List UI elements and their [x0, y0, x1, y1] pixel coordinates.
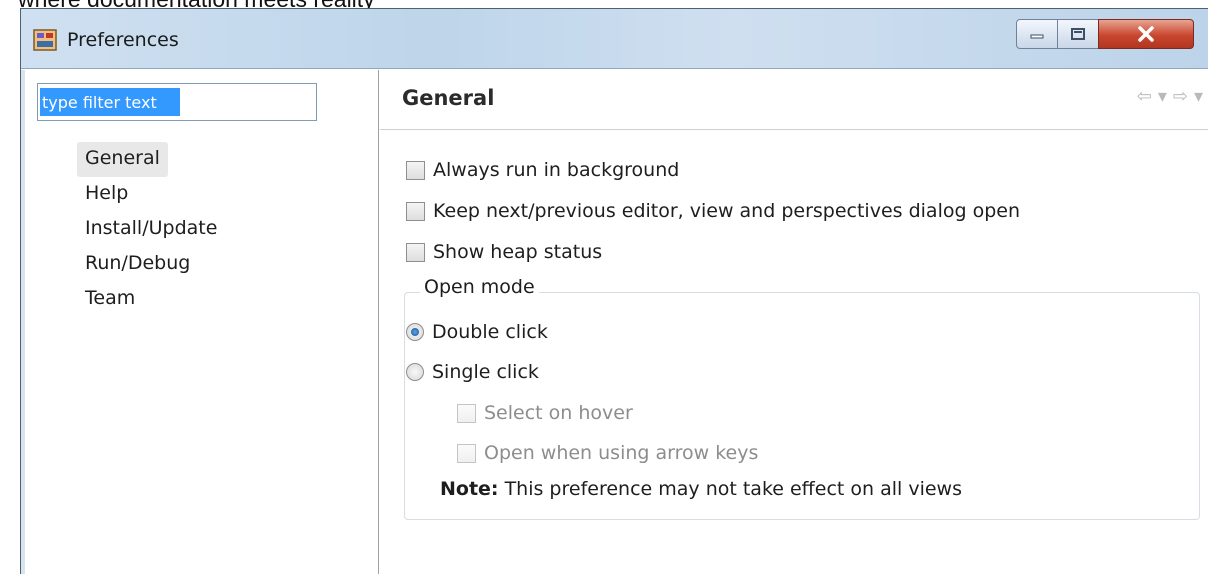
keep-dialog-open-label: Keep next/previous editor, view and pers…: [433, 200, 1020, 222]
double-click-radio[interactable]: [406, 323, 424, 341]
show-heap-status-label: Show heap status: [433, 241, 603, 263]
open-mode-note: Note: This preference may not take effec…: [440, 478, 962, 500]
open-arrow-keys-label: Open when using arrow keys: [484, 442, 759, 464]
keep-dialog-open-checkbox[interactable]: [406, 201, 425, 221]
open-arrow-keys-option[interactable]: Open when using arrow keys: [457, 439, 758, 467]
history-nav: ⇦ ▾ ⇨ ▾: [1137, 86, 1203, 107]
double-click-label: Double click: [432, 321, 548, 343]
left-edge-strip: [21, 70, 25, 574]
category-item-run-debug[interactable]: Run/Debug: [77, 247, 225, 282]
category-item-help[interactable]: Help: [77, 177, 225, 212]
select-on-hover-checkbox[interactable]: [457, 403, 476, 423]
show-heap-status-checkbox[interactable]: [406, 242, 425, 262]
category-tree-pane: General Help Install/Update Run/Debug Te…: [21, 70, 379, 574]
forward-menu-chevron-icon[interactable]: ▾: [1194, 86, 1203, 107]
category-item-team[interactable]: Team: [77, 282, 225, 317]
single-click-option[interactable]: Single click: [406, 358, 539, 386]
minimize-icon: [1030, 34, 1044, 39]
select-on-hover-label: Select on hover: [484, 402, 633, 424]
show-heap-status-option[interactable]: Show heap status: [406, 238, 602, 266]
select-on-hover-option[interactable]: Select on hover: [457, 399, 633, 427]
always-run-background-option[interactable]: Always run in background: [406, 156, 679, 184]
close-button[interactable]: [1098, 19, 1194, 49]
always-run-background-checkbox[interactable]: [406, 160, 425, 180]
preferences-icon: [33, 29, 57, 51]
filter-input[interactable]: [40, 88, 180, 116]
title-bar: Preferences: [21, 9, 1208, 69]
open-mode-label: Open mode: [420, 276, 539, 298]
double-click-option[interactable]: Double click: [406, 318, 548, 346]
preferences-window: Preferences General Help Install/Update: [20, 8, 1208, 574]
minimize-button[interactable]: [1016, 19, 1058, 49]
category-item-general[interactable]: General: [77, 142, 168, 177]
note-text: This preference may not take effect on a…: [498, 478, 962, 500]
category-list: General Help Install/Update Run/Debug Te…: [77, 142, 225, 317]
preference-page: General ⇦ ▾ ⇨ ▾ Always run in background…: [380, 70, 1208, 574]
forward-arrow-icon[interactable]: ⇨: [1173, 86, 1188, 107]
back-menu-chevron-icon[interactable]: ▾: [1158, 86, 1167, 107]
always-run-background-label: Always run in background: [433, 159, 680, 181]
open-arrow-keys-checkbox[interactable]: [457, 443, 476, 463]
note-label: Note:: [440, 478, 499, 500]
single-click-radio[interactable]: [406, 363, 424, 381]
page-header: General ⇦ ▾ ⇨ ▾: [380, 70, 1208, 130]
category-item-install-update[interactable]: Install/Update: [77, 212, 225, 247]
back-arrow-icon[interactable]: ⇦: [1137, 86, 1152, 107]
close-icon: [1138, 26, 1154, 42]
maximize-button[interactable]: [1057, 19, 1099, 49]
keep-dialog-open-option[interactable]: Keep next/previous editor, view and pers…: [406, 197, 1020, 225]
page-title: General: [402, 86, 495, 110]
window-title: Preferences: [67, 29, 179, 51]
maximize-icon: [1071, 28, 1085, 40]
single-click-label: Single click: [432, 361, 539, 383]
filter-field[interactable]: [37, 83, 317, 121]
